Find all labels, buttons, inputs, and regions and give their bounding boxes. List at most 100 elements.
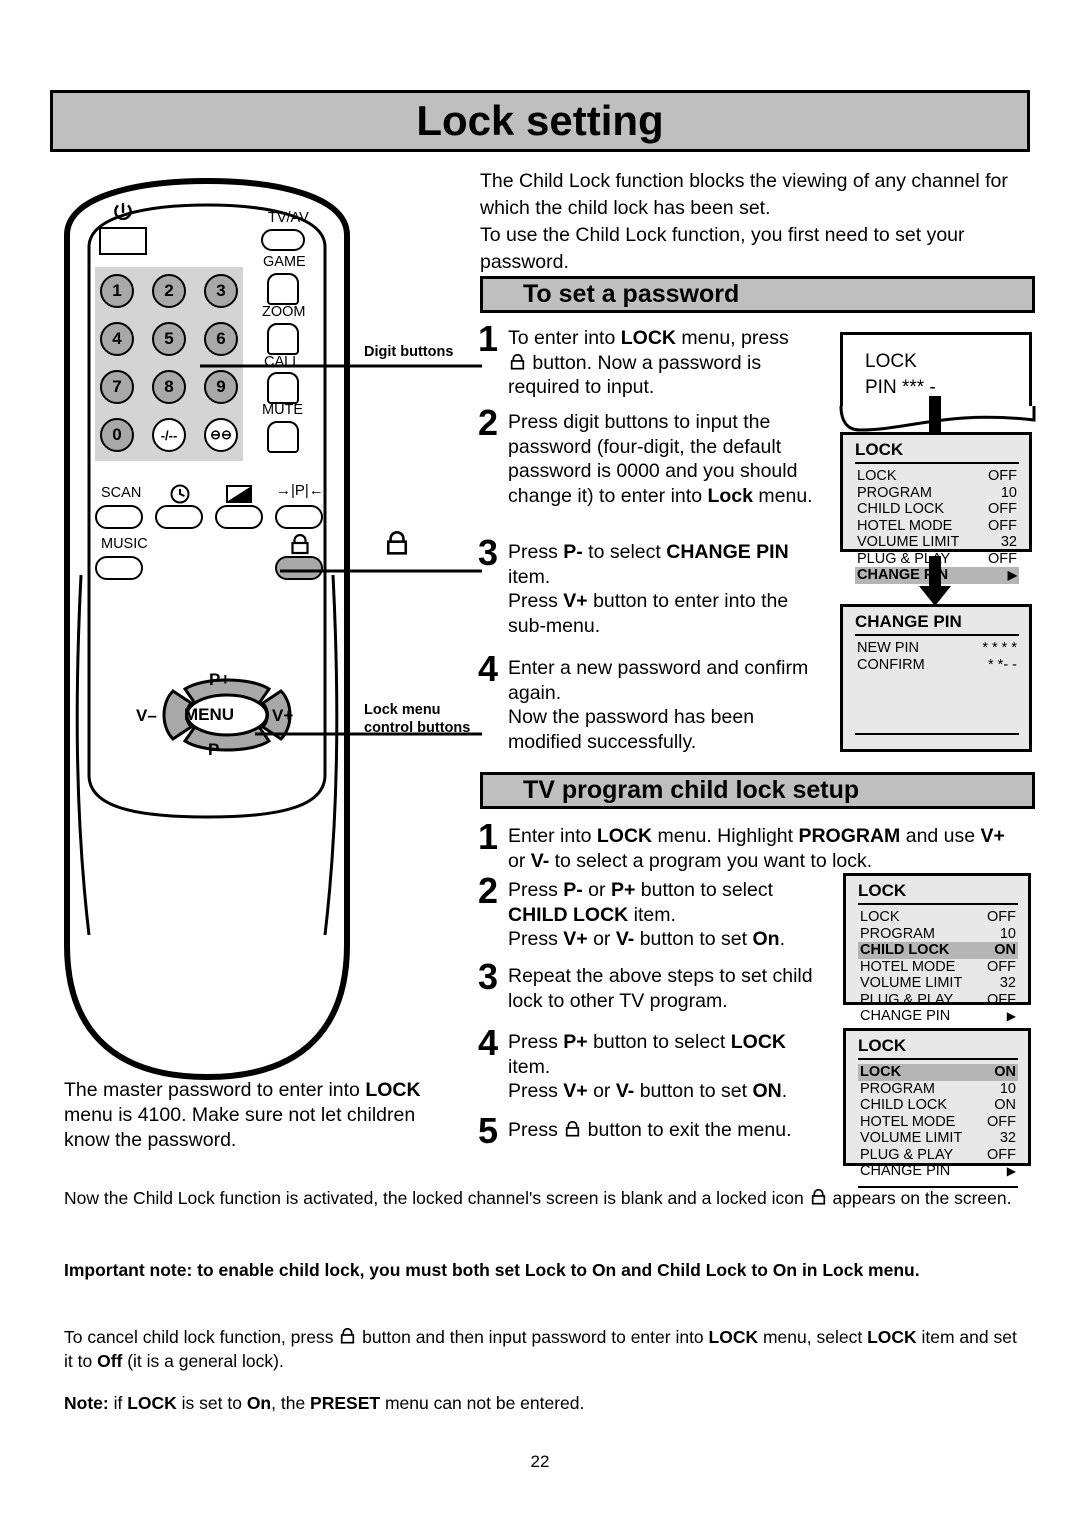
osd-rule <box>858 1058 1018 1060</box>
osd-row-value: OFF <box>987 1113 1016 1130</box>
osd-row-label: CHILD LOCK <box>857 501 945 517</box>
password-step-3: 3 Press P- to select CHANGE PIN item. Pre… <box>478 532 823 638</box>
password-step-2-text: Press digit buttons to input the passwor… <box>508 411 813 507</box>
intro-line-4: password. <box>480 251 569 273</box>
osd-row-value: ▶ <box>1006 1009 1016 1023</box>
osd-row-label: PROGRAM <box>860 1080 935 1097</box>
password-step-2: 2 Press digit buttons to input the passw… <box>478 402 823 508</box>
section-header-set-password: To set a password <box>480 276 1035 313</box>
osd-row[interactable]: HOTEL MODE OFF <box>855 518 1019 535</box>
childlock-step-2: 2 Press P- or P+ button to select CHILD … <box>478 870 823 952</box>
intro-line-3: To use the Child Lock function, you firs… <box>480 224 965 246</box>
osd-row[interactable]: CHANGE PIN ▶ <box>858 1008 1018 1025</box>
osd-row[interactable]: PLUG & PLAY OFF <box>858 992 1018 1009</box>
osd-row-value: ▶ <box>1006 1164 1016 1178</box>
password-step-2-number: 2 <box>478 402 499 443</box>
osd-row-label: CHILD LOCK <box>860 1097 948 1113</box>
osd-pin-line-1: LOCK <box>865 351 917 372</box>
note-activated: Now the Child Lock function is activated… <box>64 1188 1012 1208</box>
osd-row-value: 32 <box>999 975 1016 991</box>
note-cancel: To cancel child lock function, press but… <box>64 1327 1017 1371</box>
osd-row[interactable]: CHILD LOCK OFF <box>855 501 1019 518</box>
osd-row-label: LOCK <box>860 909 900 925</box>
flow-arrow-2 <box>919 556 951 606</box>
osd-row-value: 10 <box>999 925 1016 942</box>
osd-row[interactable]: CHILD LOCK ON <box>858 942 1018 959</box>
childlock-step-3-number: 3 <box>478 956 499 997</box>
osd-row-value: OFF <box>988 501 1017 517</box>
childlock-step-4-number: 4 <box>478 1022 499 1063</box>
osd-row-label: HOTEL MODE <box>857 517 953 534</box>
osd-change-pin-title: CHANGE PIN <box>855 612 962 631</box>
osd-row[interactable]: HOTEL MODE OFF <box>858 959 1018 976</box>
callout-lock-menu-line2: control buttons <box>364 720 471 736</box>
intro-line-1: The Child Lock function blocks the viewi… <box>480 170 1008 192</box>
osd-row-value: ON <box>994 1064 1016 1080</box>
osd-row[interactable]: HOTEL MODE OFF <box>858 1114 1018 1131</box>
osd-lock-menu-1-title: LOCK <box>855 440 904 459</box>
callout-lock-menu-buttons: Lock menu control buttons <box>364 701 470 737</box>
osd-row-value: 32 <box>1000 534 1017 550</box>
osd-row-value: 32 <box>999 1130 1016 1146</box>
osd-row[interactable]: PROGRAM 10 <box>855 485 1019 502</box>
osd-lock-menu-3-rows: LOCK ON PROGRAM 10 CHILD LOCK ON HOTEL MODE OFF… <box>846 1064 1028 1180</box>
osd-row-value: ON <box>994 1097 1016 1113</box>
lock-icon <box>510 353 525 370</box>
osd-row-label: CHANGE PIN <box>860 1008 951 1024</box>
intro-paragraph: The Child Lock function blocks the viewi… <box>480 168 1035 276</box>
password-step-3-number: 3 <box>478 532 499 573</box>
osd-row[interactable]: LOCK OFF <box>855 468 1019 485</box>
osd-row[interactable]: PROGRAM 10 <box>858 926 1018 943</box>
osd-row[interactable]: NEW PIN * * * * <box>855 640 1019 657</box>
osd-row[interactable]: PLUG & PLAY OFF <box>858 1147 1018 1164</box>
osd-row-label: VOLUME LIMIT <box>857 534 960 550</box>
lock-icon <box>566 1121 580 1137</box>
childlock-step-5-text: Press button to exit the menu. <box>508 1119 792 1141</box>
osd-row[interactable]: LOCK OFF <box>858 909 1018 926</box>
page-number: 22 <box>530 1452 550 1471</box>
osd-row-label: NEW PIN <box>857 640 920 656</box>
osd-row[interactable]: VOLUME LIMIT 32 <box>858 975 1018 992</box>
osd-row[interactable]: LOCK ON <box>858 1064 1018 1081</box>
osd-change-pin-rows: NEW PIN * * * * CONFIRM * *- - <box>843 640 1029 673</box>
osd-row[interactable]: CHILD LOCK ON <box>858 1097 1018 1114</box>
osd-bottom-rule <box>855 733 1019 735</box>
section-title-set-password: To set a password <box>523 280 740 308</box>
osd-row-label: LOCK <box>860 1064 902 1080</box>
osd-lock-menu-1: LOCK LOCK OFF PROGRAM 10 CHILD LOCK OFF HOTEL … <box>840 432 1032 584</box>
childlock-step-3: 3 Repeat the above steps to set child lo… <box>478 956 823 1013</box>
lock-icon <box>341 1328 355 1344</box>
password-step-4: 4 Enter a new password and confirm again… <box>478 648 823 754</box>
osd-row-value: OFF <box>988 468 1017 484</box>
osd-rule <box>858 903 1018 905</box>
osd-lock-menu-2-title: LOCK <box>858 881 907 900</box>
osd-row-label: HOTEL MODE <box>860 1113 956 1130</box>
osd-row-value: OFF <box>987 958 1016 975</box>
osd-lock-menu-2-rows: LOCK OFF PROGRAM 10 CHILD LOCK ON HOTEL MODE OF… <box>846 909 1028 1025</box>
childlock-step-2-number: 2 <box>478 870 499 911</box>
osd-row[interactable]: VOLUME LIMIT 32 <box>855 534 1019 551</box>
osd-row[interactable]: CHANGE PIN ▶ <box>858 1163 1018 1180</box>
childlock-step-4-text: Press P+ button to select LOCK item. Pres… <box>508 1031 788 1102</box>
osd-row-label: CHILD LOCK <box>860 942 950 958</box>
osd-row[interactable]: PROGRAM 10 <box>858 1081 1018 1098</box>
password-step-1-number: 1 <box>478 318 499 359</box>
osd-row[interactable]: CONFIRM * *- - <box>855 657 1019 674</box>
lock-icon <box>811 1189 825 1205</box>
osd-row-value: 10 <box>1000 484 1017 501</box>
manual-page: Lock setting 1 2 3 4 5 6 7 8 9 0 -/-- ⊖⊖… <box>0 0 1080 1527</box>
osd-row-value: OFF <box>987 1146 1016 1163</box>
osd-row[interactable]: VOLUME LIMIT 32 <box>858 1130 1018 1147</box>
note-master-password: The master password to enter into LOCK m… <box>64 1079 421 1151</box>
password-step-4-number: 4 <box>478 648 499 689</box>
osd-row-value: 10 <box>999 1080 1016 1097</box>
childlock-step-3-text: Repeat the above steps to set child lock… <box>508 965 813 1012</box>
childlock-step-5: 5 Press button to exit the menu. <box>478 1110 823 1151</box>
osd-rule <box>855 462 1019 464</box>
osd-row-label: CONFIRM <box>857 656 925 673</box>
childlock-step-5-number: 5 <box>478 1110 499 1151</box>
password-step-3-text: Press P- to select CHANGE PIN item. Press… <box>508 541 789 637</box>
osd-row-value: OFF <box>987 991 1016 1008</box>
intro-line-2: which the child lock has been set. <box>480 197 771 219</box>
osd-row-label: VOLUME LIMIT <box>860 1130 963 1146</box>
